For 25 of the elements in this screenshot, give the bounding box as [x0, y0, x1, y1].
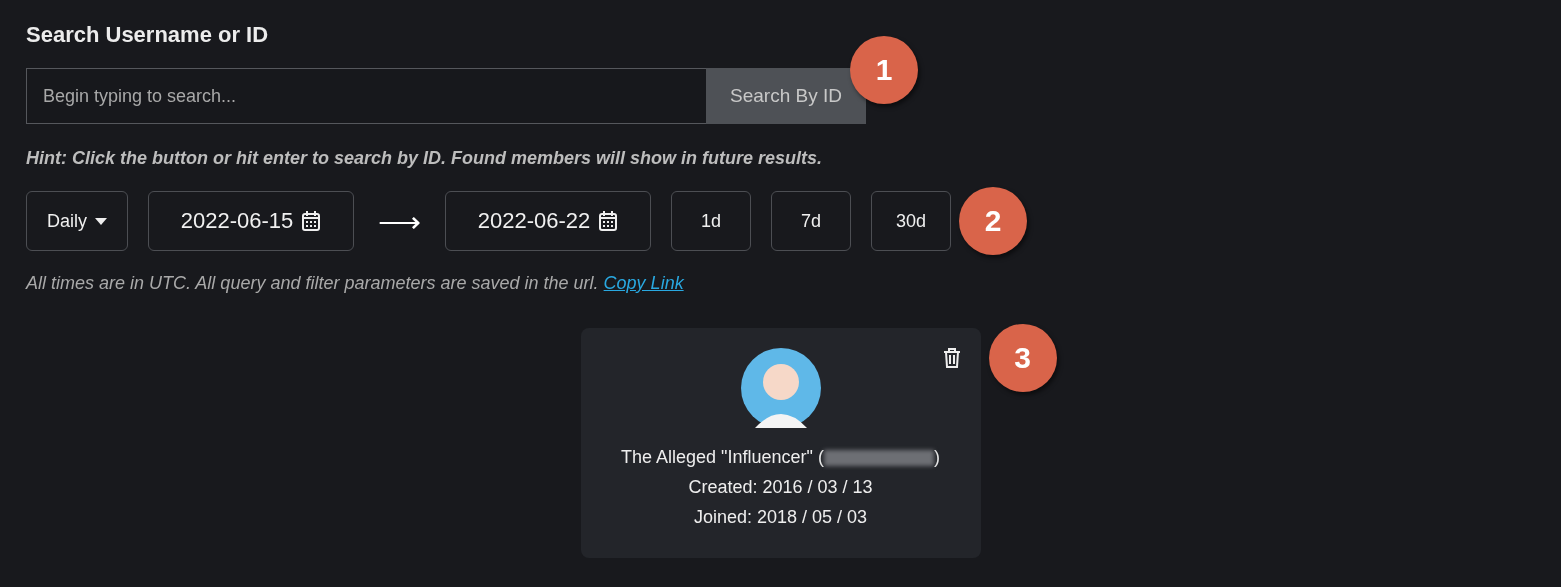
search-by-id-button[interactable]: Search By ID — [706, 68, 866, 124]
handle-paren: ) — [933, 447, 940, 467]
handle-paren: ( — [817, 447, 824, 467]
start-date-field[interactable]: 2022-06-15 — [148, 191, 354, 251]
calendar-icon — [598, 210, 619, 232]
created-date: Created: 2016 / 03 / 13 — [688, 476, 873, 499]
caret-icon — [95, 217, 107, 225]
end-date-field[interactable]: 2022-06-22 — [445, 191, 651, 251]
section-heading: Search Username or ID — [26, 22, 270, 48]
range-preset-button[interactable]: 7d — [771, 191, 851, 251]
callout-badge: 3 — [988, 324, 1057, 392]
calendar-icon — [301, 210, 322, 232]
arrow-text: ⟶ — [378, 203, 421, 239]
member-name: The Alleged "Influencer" — [621, 447, 813, 467]
range-preset-button[interactable]: 1d — [671, 191, 751, 251]
range-preset-button[interactable]: 30d — [871, 191, 951, 251]
interval-dropdown[interactable]: Daily — [26, 191, 128, 251]
callout-badge: 1 — [850, 36, 918, 104]
callout-badge: 2 — [959, 187, 1027, 255]
joined-date: Joined: 2018 / 05 / 03 — [693, 506, 868, 529]
hint-text: Hint: Click the button or hit enter to search by ID. Found members will show in future results. — [26, 148, 824, 169]
copy-link[interactable]: Copy Link — [603, 273, 684, 293]
search-field[interactable]: Begin typing to search... — [26, 68, 706, 124]
info-note: All times are in UTC. All query and filter parameters are saved in the url. Copy Link — [26, 273, 685, 294]
delete-icon[interactable] — [942, 348, 961, 368]
